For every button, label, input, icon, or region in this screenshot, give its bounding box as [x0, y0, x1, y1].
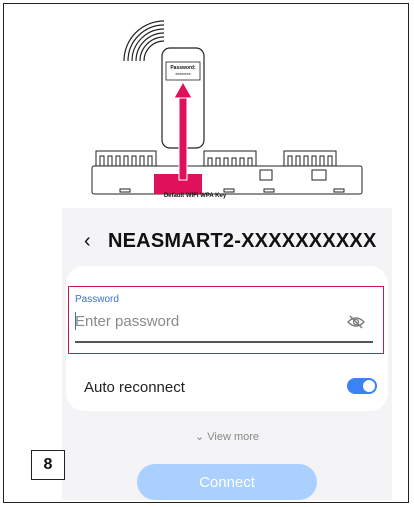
chevron-down-icon: ⌄ — [194, 431, 205, 443]
network-ssid-title: NEASMART2-XXXXXXXXXX — [108, 230, 377, 252]
toggle-knob — [363, 380, 375, 392]
wifi-signal-icon — [123, 20, 165, 62]
password-tag-mask: ******** — [175, 73, 191, 79]
password-label: Password — [75, 294, 119, 305]
settings-card: Password Auto reconnect — [66, 266, 388, 411]
password-underline — [75, 341, 373, 343]
device-illustration: Password: ******** — [91, 20, 363, 195]
view-more-label: View more — [207, 431, 260, 443]
connect-button[interactable]: Connect — [137, 464, 317, 500]
password-tag-label: Password: — [170, 65, 196, 71]
password-field-group: Password — [68, 286, 384, 354]
auto-reconnect-toggle[interactable] — [347, 378, 377, 394]
eye-off-icon[interactable] — [347, 315, 365, 329]
base-unit — [91, 150, 363, 195]
phone-screen: ‹ NEASMART2-XXXXXXXXXX Password Auto rec… — [62, 208, 392, 500]
highlight-port — [154, 174, 202, 194]
view-more-link[interactable]: ⌄ View more — [62, 430, 392, 443]
auto-reconnect-label: Auto reconnect — [84, 379, 185, 396]
illustration-caption: Default WIFI WPA Key — [163, 193, 227, 199]
step-number-badge: 8 — [31, 450, 65, 480]
text-caret — [75, 312, 76, 330]
password-input[interactable] — [75, 313, 325, 330]
back-icon[interactable]: ‹ — [84, 230, 91, 253]
